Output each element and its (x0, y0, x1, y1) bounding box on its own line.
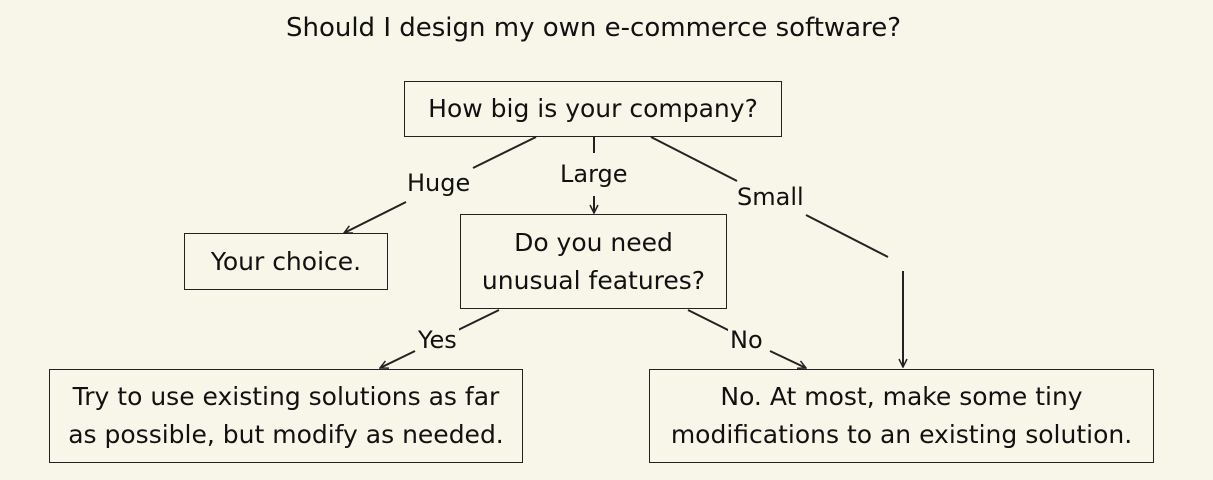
edge-label-small: Small (735, 182, 806, 212)
edge-label-large: Large (558, 159, 630, 189)
node-existing-modify: Try to use existing solutions as far as … (49, 369, 523, 463)
node-tiny-modifications: No. At most, make some tiny modification… (649, 369, 1154, 463)
edge-label-no: No (728, 325, 765, 355)
edge-label-yes: Yes (416, 325, 459, 355)
node-your-choice: Your choice. (184, 233, 388, 290)
node-company-size: How big is your company? (404, 81, 782, 137)
edge-label-huge: Huge (405, 168, 473, 198)
node-unusual-features: Do you need unusual features? (460, 214, 727, 309)
